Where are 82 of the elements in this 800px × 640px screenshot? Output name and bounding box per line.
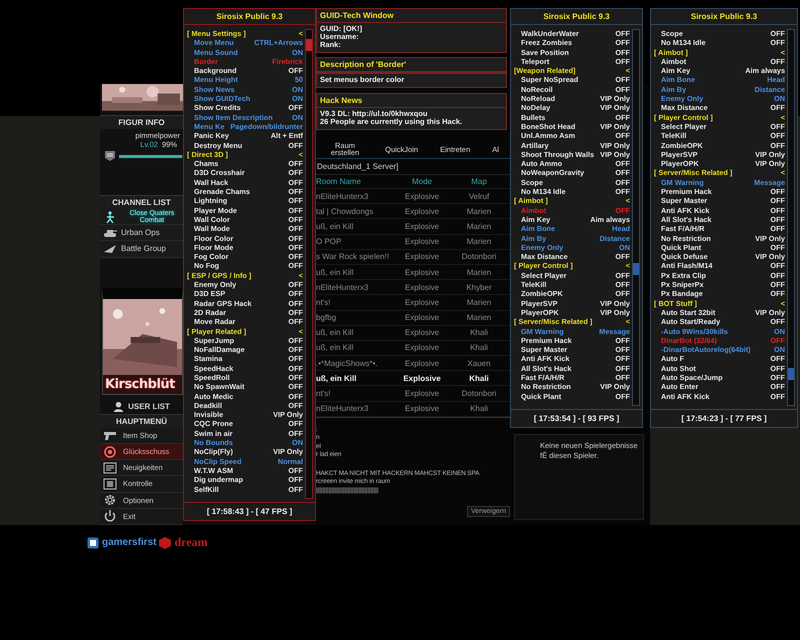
table-cell-text: bgfbg — [316, 313, 338, 322]
channel-item[interactable]: Urban Ops — [100, 225, 183, 242]
table-cell-text: Velruf — [468, 192, 490, 201]
table-cell-text: nt's! — [316, 389, 332, 398]
column-header: Map — [470, 177, 488, 186]
table-cell-text: Khali — [469, 328, 489, 338]
table-cell-text: uß, ein Kill — [316, 328, 354, 338]
table-cell-text: Explosive — [404, 237, 440, 246]
scroll-thumb[interactable] — [306, 39, 312, 52]
status-text: [ 17:53:54 ] - [ 93 FPS ] — [511, 409, 642, 427]
table-cell-text: Xauen — [466, 358, 492, 368]
table-cell-text: uß, ein Kill — [316, 222, 354, 231]
rank-badge-icon — [104, 150, 116, 162]
table-cell-text: Explosive — [404, 328, 440, 338]
menu-title: Sirosix Public 9.3 — [511, 9, 642, 25]
table-cell-text: uß, ein Kill — [316, 343, 354, 352]
map-title: Kirschblüt — [103, 374, 182, 394]
table-cell-text: Explosive — [404, 192, 440, 201]
status-text: [ 17:54:23 ] - [ 77 FPS ] — [651, 409, 797, 427]
keycap-icon — [103, 478, 117, 490]
table-cell-text: s War Rock spielen!! — [316, 252, 390, 262]
table-cell-text: Marien — [466, 313, 492, 322]
table-cell-text: Khyber — [465, 282, 493, 292]
table-cell-text: Khali — [469, 343, 489, 352]
table-cell-text: Explosive — [404, 252, 440, 262]
table-cell-text: Explosive — [404, 282, 440, 292]
menu-title: Sirosix Public 9.3 — [651, 9, 797, 25]
logo-icon — [87, 536, 99, 548]
table-cell-text: Explosive — [404, 222, 440, 231]
table-cell-text: O POP — [316, 237, 342, 246]
section-header: HAUPTMENÜ — [100, 414, 183, 428]
table-cell-text: nEliteHunterx3 — [316, 404, 370, 414]
table-cell-text: Marien — [466, 298, 492, 307]
table-cell-text: nEliteHunterx3 — [316, 282, 370, 292]
table-cell-text: Khali — [468, 374, 490, 383]
section-header: FIGUR INFO — [100, 114, 183, 129]
table-cell-text: tal | Chowdongs — [316, 206, 374, 216]
table-cell-text: uß, ein Kill — [316, 374, 358, 383]
table-cell-text: Dotonbori — [460, 252, 498, 262]
scrollbar[interactable] — [632, 29, 640, 406]
table-cell-text: Marien — [466, 206, 492, 216]
user-icon — [113, 400, 124, 412]
section-header: CHANNEL LIST — [100, 194, 183, 209]
table-cell-text: Explosive — [404, 268, 440, 277]
table-cell-text: Explosive — [404, 404, 440, 414]
scroll-thumb[interactable] — [788, 368, 794, 380]
table-cell-text: Explosive — [404, 358, 440, 368]
table-cell-text: Marien — [466, 237, 492, 246]
window-title: GUID-Tech Window — [317, 9, 506, 23]
user-list-button[interactable]: USER LIST — [100, 398, 183, 414]
settings-icon — [103, 494, 117, 506]
menu-title: Sirosix Public 9.3 — [184, 9, 315, 25]
description-title: Description of 'Border' — [317, 58, 506, 72]
table-cell-text: Explosive — [404, 343, 440, 352]
news-icon — [103, 462, 117, 474]
table-cell-text: .•*MagicShows*•. — [316, 358, 379, 368]
cube-icon — [159, 536, 172, 548]
target-icon — [103, 446, 117, 458]
table-cell-text: Explosive — [404, 298, 440, 307]
column-header: Room Name — [316, 177, 362, 186]
scrollbar[interactable] — [787, 29, 795, 406]
publisher-logo: gamersfirst — [102, 537, 156, 548]
table-cell-text: uß, ein Kill — [316, 268, 354, 277]
channel-item[interactable]: Battle Group — [100, 241, 183, 258]
table-cell-text: nEliteHunterx3 — [316, 192, 370, 201]
pistol-icon — [103, 429, 117, 442]
scroll-thumb[interactable] — [633, 262, 639, 274]
table-cell-text: Marien — [466, 222, 492, 231]
developer-logo: dream — [174, 535, 208, 550]
table-cell-text: Explosive — [404, 313, 440, 322]
table-cell-text: Explosive — [402, 374, 442, 383]
table-cell-text: Khali — [469, 404, 489, 414]
status-text: [ 17:58:43 ] - [ 47 FPS ] — [184, 502, 315, 520]
table-cell-text: Explosive — [404, 389, 440, 398]
news-title: Hack News — [317, 94, 506, 108]
table-cell-text: nt's! — [316, 298, 332, 307]
scrollbar[interactable] — [305, 29, 313, 499]
table-cell-text: Marien — [466, 268, 492, 277]
column-header: Mode — [410, 177, 433, 186]
power-icon — [103, 510, 117, 522]
table-cell-text: Dotonbori — [460, 389, 498, 398]
table-cell-text: Explosive — [404, 206, 440, 216]
